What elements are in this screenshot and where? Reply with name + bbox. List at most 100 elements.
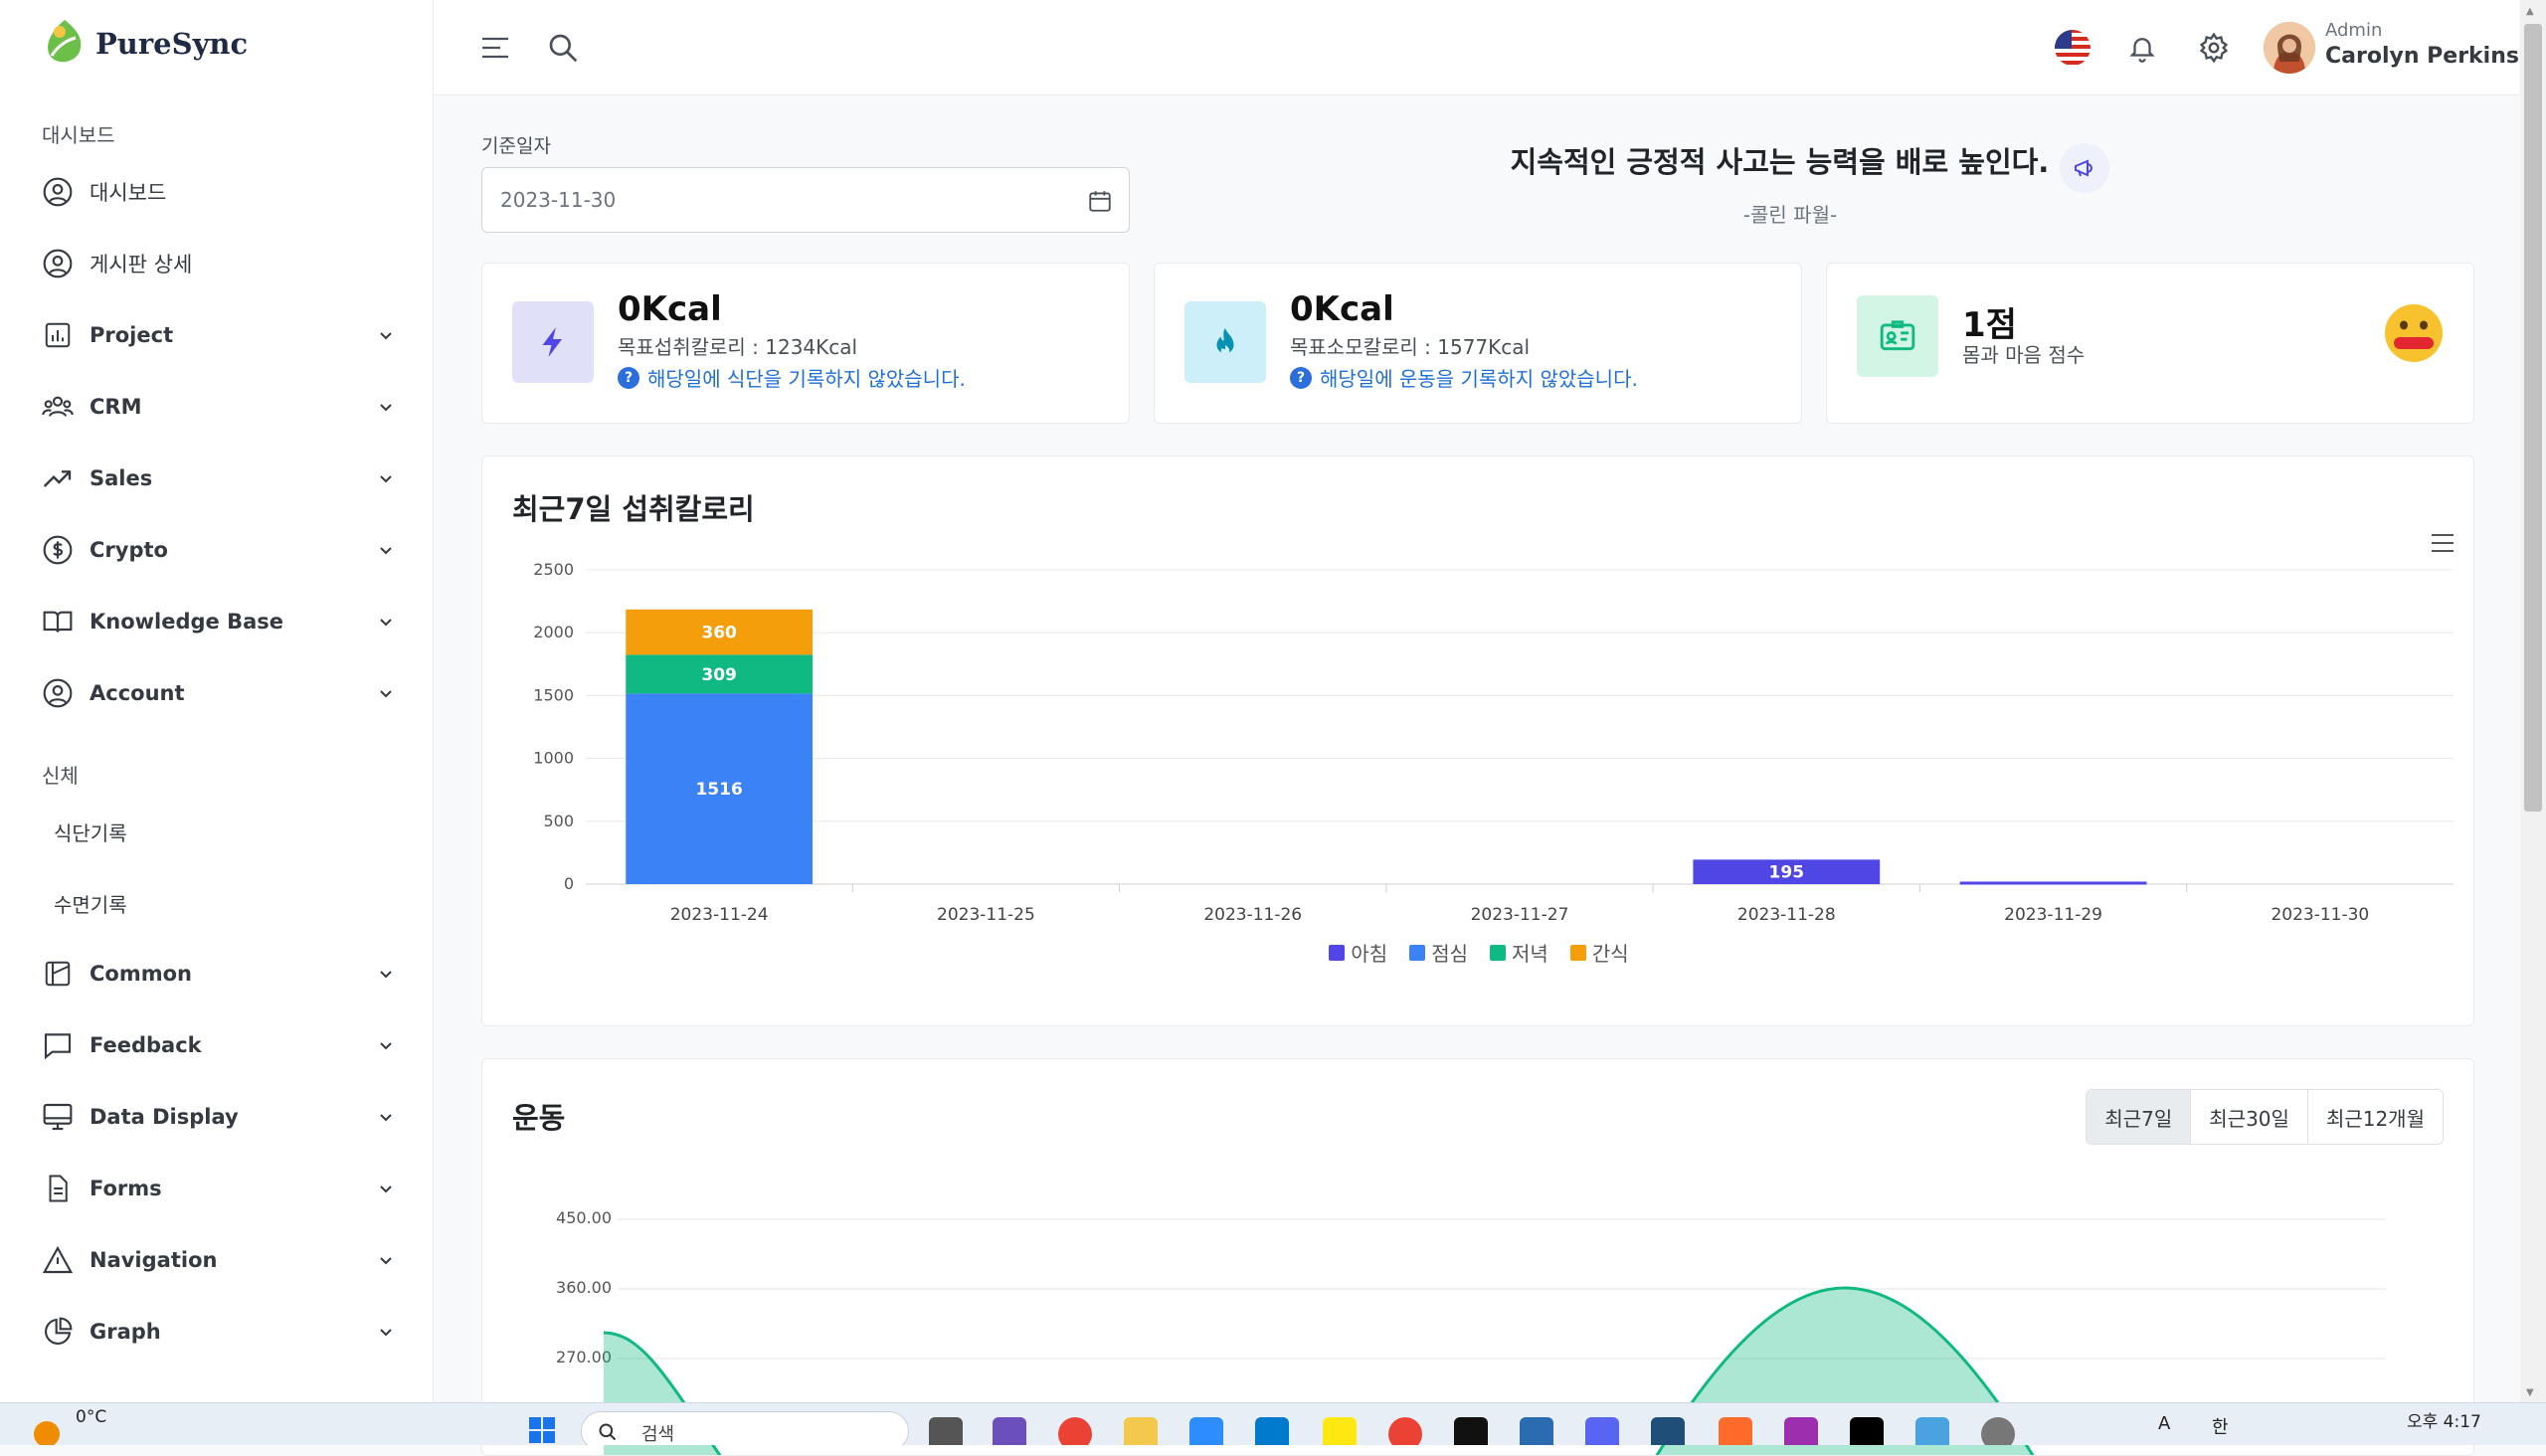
y-tick-label: 1000 [533,749,574,768]
bar-data-label: 309 [701,665,737,685]
avatar-image [2264,22,2315,74]
settings-app-icon[interactable] [1981,1417,2015,1445]
chevron-down-icon [374,323,398,347]
question-icon: ? [1290,366,1312,389]
stat-card-burn: 0Kcal 목표소모칼로리 : 1577Kcal ? 해당일에 운동을 기록하지… [1154,263,1802,424]
kakaotalk-icon[interactable] [1323,1417,1357,1445]
chevron-down-icon [374,1033,398,1057]
weather-temp[interactable]: 0°C [76,1407,106,1427]
app-icon[interactable] [1915,1417,1949,1445]
sidebar-item-project[interactable]: Project [40,310,398,360]
megaphone-icon [2060,142,2110,193]
date-filter-input[interactable]: 2023-11-30 [481,167,1130,233]
sidebar-item-account[interactable]: Account [40,668,398,718]
taskbar-app-icon[interactable] [993,1417,1026,1445]
legend-label: 아침 [1351,942,1388,966]
scroll-down-arrow[interactable]: ▼ [2526,1387,2534,1398]
legend-item-lunch[interactable]: 점심 [1409,938,1468,967]
taskbar-app-icon[interactable] [929,1417,963,1445]
sidebar-item-knowledge-base[interactable]: Knowledge Base [40,597,398,646]
book-open-icon [40,604,76,639]
notion-icon[interactable] [1454,1417,1488,1445]
scroll-up-arrow[interactable]: ▲ [2526,6,2534,17]
brand-logo[interactable]: PureSync [40,18,248,70]
calendar-icon [1089,191,1111,212]
sidebar-item-label: Navigation [90,1248,218,1272]
sidebar-item-label: Project [90,323,174,347]
scrollbar-thumb[interactable] [2524,24,2542,812]
header-search-button[interactable] [543,28,583,68]
gear-icon [2199,32,2229,64]
sidebar-item-feedback[interactable]: Feedback [40,1020,398,1070]
menu-toggle-button[interactable] [475,28,515,68]
sidebar-item-label: Graph [90,1320,161,1344]
sidebar-item-label: Forms [90,1177,162,1200]
notepad-icon[interactable] [1520,1417,1553,1445]
stat-warning: ? 해당일에 운동을 기록하지 않았습니다. [1290,363,1638,392]
ime-language[interactable]: 한 [2212,1413,2229,1439]
dollar-circle-icon [40,532,76,568]
legend-item-snack[interactable]: 간식 [1569,938,1629,967]
notifications-button[interactable] [2120,26,2164,70]
sidebar-item-crypto[interactable]: Crypto [40,525,398,575]
sidebar-item-graph[interactable]: Graph [40,1307,398,1357]
language-selector[interactable] [2049,24,2096,72]
chrome-profile-icon[interactable] [1388,1417,1422,1445]
menu-icon [482,37,508,59]
taskbar-clock[interactable]: 오후 4:17 [2407,1407,2481,1432]
zoom-icon[interactable] [1189,1417,1223,1445]
section-label-dashboard: 대시보드 [42,123,115,147]
page-scrollbar[interactable]: ▲ ▼ [2520,0,2546,1402]
avatar[interactable] [2264,22,2315,74]
user-role: Admin [2325,20,2383,41]
file-text-icon [40,1171,76,1206]
exercise-area-chart [603,1218,2386,1455]
sidebar-item-board-detail[interactable]: 게시판 상세 [40,239,398,288]
bar-segment[interactable] [1959,881,2147,885]
stat-warning-text: 해당일에 운동을 기록하지 않았습니다. [1320,367,1638,391]
sidebar-item-sleep-log[interactable]: 수면기록 [54,889,127,918]
stat-card-intake: 0Kcal 목표섭취칼로리 : 1234Kcal ? 해당일에 식단을 기록하지… [481,263,1130,424]
sidebar-item-sales[interactable]: Sales [40,454,398,503]
legend-item-breakfast[interactable]: 아침 [1329,938,1387,967]
intake-chart-card: 최근7일 섭취칼로리 0 500 1000 1500 2000 2500 2023-11-2… [481,455,2474,1026]
top-header: Admin Carolyn Perkins [434,0,2519,95]
chrome-icon[interactable] [1058,1417,1092,1445]
legend-item-dinner[interactable]: 저녁 [1490,938,1548,967]
warning-triangle-icon [40,1242,76,1278]
sidebar-item-data-display[interactable]: Data Display [40,1092,398,1142]
sidebar-item-navigation[interactable]: Navigation [40,1235,398,1285]
x-tick-label: 2023-11-29 [2004,905,2102,925]
postman-icon[interactable] [1719,1417,1752,1445]
mysql-icon[interactable] [1651,1417,1685,1445]
taskbar-search[interactable]: 검색 [581,1411,909,1445]
vscode-icon[interactable] [1255,1417,1289,1445]
x-tick-label: 2023-11-30 [2271,905,2369,925]
stat-card-score: 1점 몸과 마음 점수 [1826,263,2474,424]
date-filter-label: 기준일자 [481,135,551,157]
sidebar-item-crm[interactable]: CRM [40,382,398,432]
user-circle-icon [40,174,76,210]
bell-icon [2129,38,2155,63]
lightning-icon [512,301,594,383]
stat-sub: 목표섭취칼로리 : 1234Kcal [618,335,858,359]
quote-text: 지속적인 긍정적 사고는 능력을 배로 높인다. [1510,145,2050,179]
folder-icon[interactable] [1124,1417,1158,1445]
sidebar-item-dashboard[interactable]: 대시보드 [40,167,398,217]
ime-mode[interactable]: A [2158,1413,2170,1434]
settings-button[interactable] [2192,26,2236,70]
x-tick-label: 2023-11-25 [937,905,1035,925]
y-tick-label: 500 [543,812,574,830]
discord-icon[interactable] [1585,1417,1619,1445]
intellij-icon[interactable] [1850,1417,1884,1445]
stat-value: 0Kcal [1290,289,1394,329]
user-circle-icon [40,675,76,711]
sidebar-item-forms[interactable]: Forms [40,1164,398,1213]
windows-start-icon[interactable] [529,1417,555,1443]
weather-sun-icon[interactable] [34,1421,60,1445]
app-icon[interactable] [1784,1417,1818,1445]
bar-data-label: 195 [1769,863,1805,883]
user-name[interactable]: Carolyn Perkins [2325,44,2519,69]
sidebar-item-common[interactable]: Common [40,949,398,999]
sidebar-item-diet-log[interactable]: 식단기록 [54,818,127,846]
